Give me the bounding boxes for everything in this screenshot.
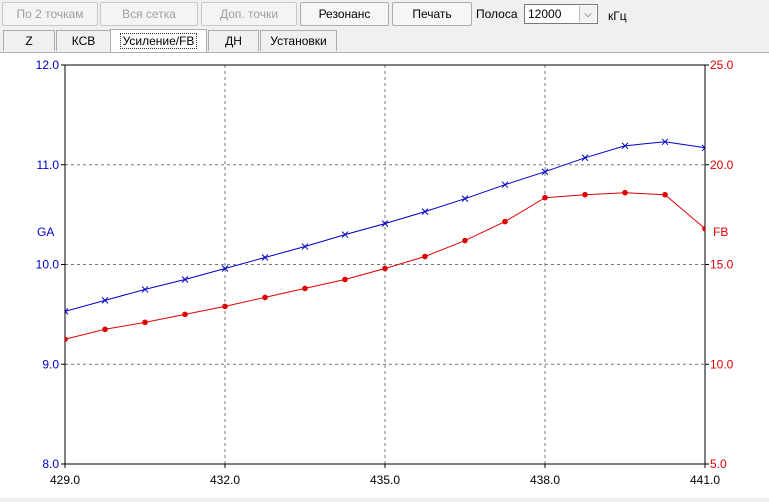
series-point-fb	[622, 189, 628, 196]
series-point-fb	[702, 225, 705, 232]
series-point-fb	[182, 311, 188, 318]
tab-gain-fb[interactable]: Усиление/FB	[110, 29, 207, 52]
tab-pattern-label: ДН	[225, 34, 242, 48]
left-tick-label: 9.0	[42, 357, 59, 371]
tab-pattern[interactable]: ДН	[208, 30, 259, 51]
series-point-fb	[502, 218, 508, 225]
series-point-ga	[141, 286, 149, 293]
resonance-button[interactable]: Резонанс	[300, 2, 389, 26]
band-select[interactable]: 12000 ⌵	[524, 4, 598, 24]
right-tick-label: 25.0	[710, 58, 734, 72]
tab-gain-fb-label: Усиление/FB	[119, 33, 198, 49]
left-tick-label: 10.0	[36, 258, 60, 272]
series-point-ga	[581, 154, 589, 162]
series-point-fb	[342, 276, 348, 283]
series-point-fb	[662, 191, 668, 198]
tab-settings-label: Установки	[270, 34, 327, 48]
series-point-ga	[421, 208, 429, 215]
series-point-ga	[181, 276, 189, 283]
chevron-down-icon[interactable]: ⌵	[579, 6, 596, 22]
gain-fb-chart: 429.0 432.0 435.0 438.0 441.0 12.0 11.0 10.0 9.0…	[36, 58, 734, 487]
whole-grid-button[interactable]: Вся сетка	[100, 2, 198, 26]
right-tick-label: 15.0	[710, 258, 734, 272]
series-point-fb	[65, 336, 68, 343]
x-tick-label: 432.0	[210, 473, 240, 487]
extra-points-button[interactable]: Доп. точки	[201, 2, 297, 26]
left-axis-label: GA	[37, 225, 54, 239]
x-tick-label: 441.0	[690, 473, 720, 487]
left-tick-label: 11.0	[37, 158, 60, 172]
series-point-fb	[582, 191, 588, 198]
x-tick-label: 429.0	[50, 473, 80, 487]
tab-swr-label: КСВ	[71, 34, 96, 48]
plot-panel: 429.0 432.0 435.0 438.0 441.0 12.0 11.0 10.0 9.0…	[0, 52, 769, 498]
x-tick-label: 435.0	[370, 473, 400, 487]
series-point-ga	[501, 181, 509, 189]
series-point-fb	[422, 253, 428, 260]
series-point-fb	[102, 326, 108, 333]
tab-strip: Z КСВ Усиление/FB ДН Установки	[0, 29, 769, 52]
grid	[65, 65, 705, 464]
series-point-ga	[461, 195, 469, 203]
right-axis-label: FB	[713, 225, 728, 239]
axis-labels: 429.0 432.0 435.0 438.0 441.0 12.0 11.0 10.0 9.0…	[36, 58, 734, 487]
tab-z[interactable]: Z	[3, 30, 55, 51]
band-label: Полоса	[476, 7, 518, 21]
tab-swr[interactable]: КСВ	[56, 30, 111, 51]
series-point-ga	[261, 254, 269, 261]
series-point-fb	[302, 285, 308, 292]
right-tick-label: 5.0	[710, 457, 727, 471]
series-point-fb	[462, 237, 468, 244]
band-unit-label: кГц	[608, 9, 627, 23]
tab-settings[interactable]: Установки	[260, 30, 337, 51]
series-point-ga	[341, 231, 349, 238]
series-point-fb	[262, 294, 268, 301]
series-point-fb	[142, 319, 148, 326]
band-value: 12000	[528, 7, 562, 21]
toolbar: По 2 точкам Вся сетка Доп. точки Резонан…	[0, 0, 769, 28]
left-tick-label: 8.0	[42, 457, 59, 471]
series-point-fb	[382, 265, 388, 272]
tab-z-label: Z	[25, 34, 33, 48]
series-point-ga	[301, 243, 309, 250]
x-tick-label: 438.0	[530, 473, 560, 487]
left-tick-label: 12.0	[36, 58, 60, 72]
series-point-ga	[101, 297, 109, 304]
right-tick-label: 10.0	[710, 357, 734, 371]
print-button[interactable]: Печать	[392, 2, 472, 26]
right-tick-label: 20.0	[710, 158, 734, 172]
series-point-fb	[542, 194, 548, 201]
two-points-button[interactable]: По 2 точкам	[2, 2, 98, 26]
series-point-fb	[222, 303, 228, 310]
